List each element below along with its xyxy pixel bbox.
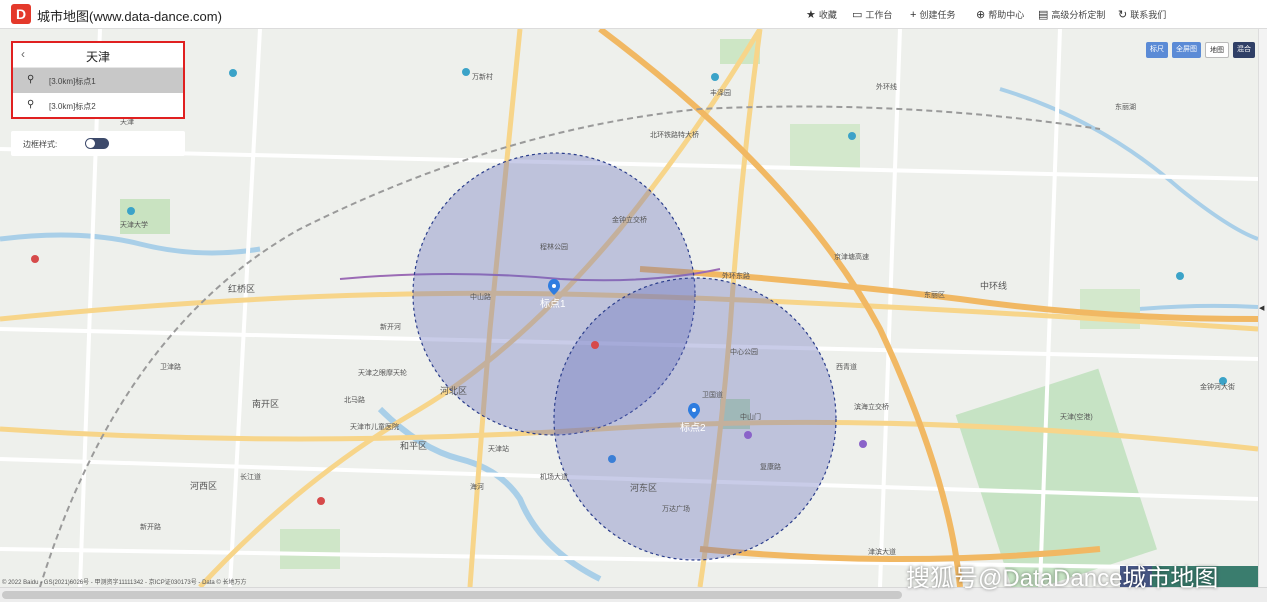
marker-label-2: 标点2 — [680, 422, 706, 434]
map-label: 程林公园 — [540, 242, 568, 251]
border-style-row: 边框样式: — [11, 131, 185, 156]
toolbar-analysis-button[interactable]: ▤ 高级分析定制 — [1038, 8, 1105, 21]
map-label: 北马路 — [344, 395, 365, 404]
map-label: 新开河 — [380, 322, 401, 331]
map-label: 万新村 — [472, 72, 493, 81]
scrollbar-thumb[interactable] — [2, 591, 902, 599]
toolbar-create-task-button[interactable]: + 创建任务 — [910, 8, 955, 21]
map-label: 京津塘高速 — [834, 252, 869, 261]
city-points-panel: ‹ 天津 ⚲ [3.0km]标点1 ⚲ [3.0km]标点2 — [11, 41, 185, 119]
map-label: 新开路 — [140, 522, 161, 531]
map-label: 南开区 — [252, 398, 279, 409]
map-label: 金钟立交桥 — [612, 215, 647, 224]
scroll-left-arrow-icon[interactable]: ◀ — [1259, 304, 1264, 312]
map-label: 中山路 — [470, 292, 491, 301]
map-label: 丰泽园 — [710, 88, 731, 97]
map-label: 东丽区 — [924, 290, 945, 299]
point-list-item-1[interactable]: ⚲ [3.0km]标点1 — [13, 68, 183, 93]
map-label: 外环线 — [876, 82, 897, 91]
ruler-button[interactable]: 标尺 — [1146, 42, 1168, 58]
border-style-toggle[interactable] — [85, 138, 109, 149]
app-title: 城市地图(www.data-dance.com) — [37, 9, 222, 24]
map-label: 东丽湖 — [1115, 102, 1136, 111]
top-bar: D 城市地图(www.data-dance.com) ★ 收藏 ▭ 工作台 + 创建任… — [0, 0, 1267, 29]
map-label: 河西区 — [190, 480, 217, 491]
radius-circle-2[interactable] — [553, 277, 837, 561]
toggle-knob — [86, 139, 95, 148]
hybrid-mode-button[interactable]: 混合 — [1233, 42, 1255, 58]
point-list-item-2[interactable]: ⚲ [3.0km]标点2 — [13, 93, 183, 118]
copyright-text: © 2022 Baidu - GS(2021)6026号 - 甲测资字11111… — [2, 580, 247, 586]
map-label: 海河 — [470, 482, 484, 491]
map-label: 外环东路 — [722, 271, 750, 280]
fullscreen-button[interactable]: 全屏图 — [1172, 42, 1201, 58]
map-label: 滨海立交桥 — [854, 402, 889, 411]
map-label: 中山门 — [740, 412, 761, 421]
map-controls: 标尺 全屏图 地图 混合 — [1146, 42, 1255, 58]
map-label: 河北区 — [440, 385, 467, 396]
map-label: 天津之眼摩天轮 — [358, 368, 407, 377]
map-label: 北环铁路特大桥 — [650, 130, 699, 139]
park-block — [790, 124, 860, 169]
panel-header: ‹ 天津 — [13, 43, 183, 68]
map-label: 万达广场 — [662, 504, 690, 513]
marker-label-1: 标点1 — [540, 298, 566, 310]
map-label: 卫国道 — [702, 390, 723, 399]
city-name: 天津 — [85, 50, 110, 64]
toolbar-contact-button[interactable]: ↻ 联系我们 — [1118, 8, 1166, 21]
toolbar-workbench-button[interactable]: ▭ 工作台 — [852, 8, 892, 21]
map-label: 中心公园 — [730, 347, 758, 356]
map-label: 津滨大道 — [868, 547, 896, 556]
map-label: 中环线 — [980, 280, 1007, 291]
map-label: 河东区 — [630, 482, 657, 493]
chart-icon: ▤ — [1038, 9, 1049, 21]
map-label: 天津站 — [488, 444, 509, 453]
star-icon: ★ — [806, 9, 816, 21]
plus-icon: + — [910, 8, 917, 21]
map-label: 天津大学 — [120, 220, 148, 229]
map-label: 天津市儿童医院 — [350, 422, 399, 431]
toolbar-favorites-button[interactable]: ★ 收藏 — [806, 8, 837, 21]
map-label: 红桥区 — [228, 283, 255, 294]
border-style-label: 边框样式: — [23, 140, 58, 149]
map-label: 西青道 — [836, 362, 857, 371]
location-pin-icon: ⚲ — [27, 99, 35, 110]
help-icon: ⊕ — [976, 9, 986, 21]
watermark-text: 搜狐号@DataDance城市地图 — [906, 565, 1219, 592]
monitor-icon: ▭ — [852, 9, 863, 21]
location-pin-icon: ⚲ — [27, 74, 35, 85]
map-label: 天津 — [120, 118, 134, 126]
map-label: 卫津路 — [160, 362, 181, 371]
map-label: 复康路 — [760, 462, 781, 471]
app-logo: D — [11, 4, 31, 24]
toolbar-help-button[interactable]: ⊕ 帮助中心 — [976, 8, 1024, 21]
map-label: 机场大道 — [540, 472, 568, 481]
map-label: 天津(空港) — [1060, 412, 1093, 421]
park-block — [280, 529, 340, 569]
map-label: 长江道 — [240, 472, 261, 481]
map-label: 金钟河大街 — [1200, 382, 1235, 391]
refresh-icon: ↻ — [1118, 9, 1128, 21]
map-mode-button[interactable]: 地图 — [1205, 42, 1229, 58]
map-canvas[interactable]: 标点1 标点2 天津 外环东路 外环线 京津塘高速 北环铁路特大桥 金钟立交桥 … — [0, 29, 1258, 587]
map-label: 和平区 — [400, 441, 427, 451]
